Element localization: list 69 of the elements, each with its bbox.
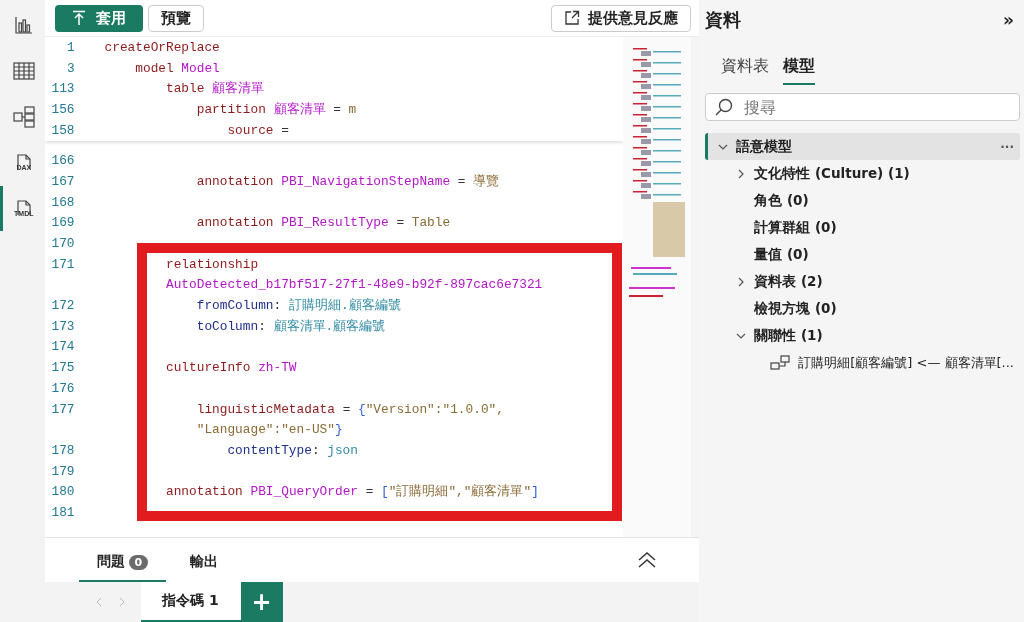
upload-arrow-icon	[71, 10, 86, 26]
search-field[interactable]: 搜尋	[705, 93, 1020, 121]
line-number: 166	[50, 153, 75, 169]
panel-tab[interactable]: 輸出	[172, 544, 237, 582]
tree-item[interactable]: 檢視方塊 (0)	[705, 295, 1020, 322]
line-number: 175	[50, 360, 75, 376]
line-number: 167	[50, 173, 75, 189]
line-number: 1	[65, 39, 75, 55]
code-line: AutoDetected_b17bf517-27f1-48e9-b92f-897cac6e7321	[165, 277, 543, 293]
tree-item[interactable]: 計算群組 (0)	[705, 214, 1020, 241]
code-line: contentType: json	[226, 442, 358, 458]
feedback-button[interactable]: 提供意見反應	[551, 4, 692, 32]
document-icon	[14, 200, 33, 216]
code-line: annotation PBI_QueryOrder = ["訂購明細","顧客清單"]	[165, 483, 539, 501]
collapse-pane-button[interactable]: »	[997, 9, 1020, 31]
document-icon	[14, 154, 33, 170]
external-link-icon	[564, 10, 581, 26]
code-line: relationship	[165, 256, 259, 272]
script-tab[interactable]: 指令碼 1	[140, 582, 241, 622]
line-number: 173	[50, 318, 75, 334]
line-number: 113	[50, 81, 75, 97]
preview-button[interactable]: 預覽	[147, 4, 204, 32]
line-number: 172	[50, 298, 75, 314]
line-number: 170	[50, 236, 75, 252]
line-number: 158	[50, 122, 75, 138]
code-line: annotation PBI_ResultType = Table	[195, 215, 451, 231]
code-line: model Model	[134, 60, 220, 76]
tree-item[interactable]: 關聯性 (1)	[705, 322, 1020, 349]
search-icon	[715, 98, 734, 116]
expand-panel-icon[interactable]	[637, 552, 658, 568]
relationship-icon	[770, 353, 793, 372]
tree-item[interactable]: 資料表 (2)	[705, 268, 1020, 295]
table-icon	[12, 60, 35, 81]
bar-chart-icon	[13, 14, 34, 35]
line-number: 181	[50, 504, 75, 520]
apply-button[interactable]: 套用	[54, 4, 143, 32]
code-line: table 顧客清單	[165, 80, 265, 98]
tree-item[interactable]: 文化特性 (Culture) (1)	[705, 160, 1020, 187]
count-badge: 0	[128, 554, 149, 570]
tree-item[interactable]: 量值 (0)	[705, 241, 1020, 268]
line-number: 168	[50, 194, 75, 210]
code-line: linguisticMetadata = {"Version":"1.0.0",	[195, 401, 504, 417]
tree-item[interactable]: 訂購明細[顧客編號] <— 顧客清單[...	[705, 349, 1020, 376]
line-number: 177	[50, 401, 75, 417]
line-number: 178	[50, 442, 75, 458]
line-number: 156	[50, 101, 75, 117]
line-number: 174	[50, 339, 75, 355]
line-number: 169	[50, 215, 75, 231]
pane-tab[interactable]: 模型	[783, 56, 816, 85]
pane-tab[interactable]: 資料表	[721, 56, 770, 85]
line-number: 3	[65, 60, 75, 76]
line-number: 171	[50, 256, 75, 272]
pane-title: 資料	[705, 8, 742, 32]
code-line: annotation PBI_NavigationStepName = 導覽	[195, 172, 500, 190]
code-line: partition 顧客清單 = m	[195, 100, 357, 118]
more-options-icon[interactable]: ···	[1000, 139, 1014, 154]
code-line: "Language":"en-US"}	[195, 422, 343, 438]
line-number: 176	[50, 380, 75, 396]
code-line: cultureInfo zh-TW	[165, 360, 297, 376]
tree-item[interactable]: 語意模型 ···	[705, 133, 1020, 160]
line-number: 179	[50, 463, 75, 479]
tree-item[interactable]: 角色 (0)	[705, 187, 1020, 214]
code-line: toColumn: 顧客清單.顧客編號	[195, 317, 386, 335]
line-number: 180	[50, 484, 75, 500]
code-line: source =	[226, 122, 289, 138]
add-tab-button[interactable]: +	[240, 582, 283, 622]
model-diagram-icon	[12, 105, 35, 128]
code-line: createOrReplace	[104, 39, 220, 55]
code-line: fromColumn: 訂購明細.顧客編號	[195, 297, 401, 315]
